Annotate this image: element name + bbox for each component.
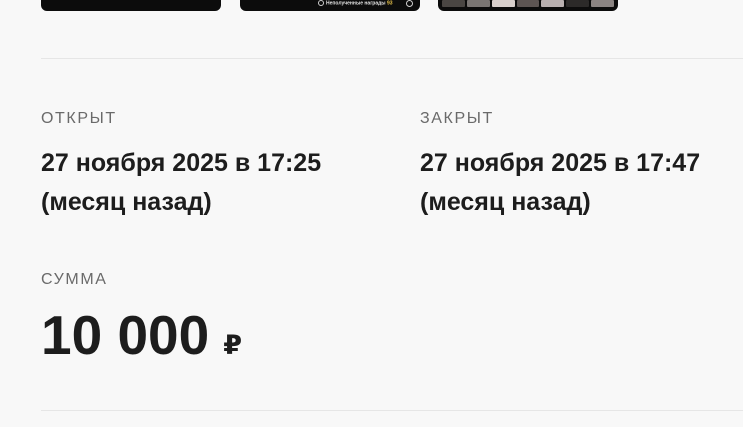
- mosaic-tile: [541, 0, 565, 7]
- sum-amount: 10 000 ₽: [41, 303, 242, 377]
- closed-relative: (месяц назад): [420, 188, 591, 216]
- mosaic-tile: [516, 0, 540, 7]
- mosaic-tile: [466, 0, 490, 7]
- opened-date-block: 27 ноября 2025 в 17:25 (месяц назад): [41, 144, 321, 222]
- thumbnail-card[interactable]: [438, 0, 618, 11]
- divider: [41, 58, 743, 59]
- sum-value: 10 000: [41, 304, 210, 366]
- opened-label: ОТКРЫТ: [41, 110, 117, 127]
- currency-symbol: ₽: [223, 330, 243, 360]
- mosaic-tile: [566, 0, 590, 7]
- mosaic-tile: [442, 0, 465, 7]
- image-mosaic: [442, 0, 615, 7]
- reward-icon: [318, 0, 324, 6]
- mosaic-tile: [491, 0, 515, 7]
- divider: [41, 410, 743, 411]
- mosaic-tile: [591, 0, 615, 7]
- thumbnail-caption: Неполученные награды 93: [318, 0, 393, 7]
- opened-relative: (месяц назад): [41, 188, 212, 216]
- thumbnail-card[interactable]: [41, 0, 221, 11]
- opened-date: 27 ноября 2025 в 17:25: [41, 149, 322, 177]
- settings-icon: [406, 0, 413, 7]
- sum-label: СУММА: [41, 271, 108, 288]
- thumbnail-card[interactable]: Неполученные награды 93: [240, 0, 420, 11]
- closed-date: 27 ноября 2025 в 17:47: [420, 149, 701, 177]
- closed-date-block: 27 ноября 2025 в 17:47 (месяц назад): [420, 144, 700, 222]
- closed-label: ЗАКРЫТ: [420, 110, 494, 127]
- thumbnail-count: 93: [386, 0, 393, 7]
